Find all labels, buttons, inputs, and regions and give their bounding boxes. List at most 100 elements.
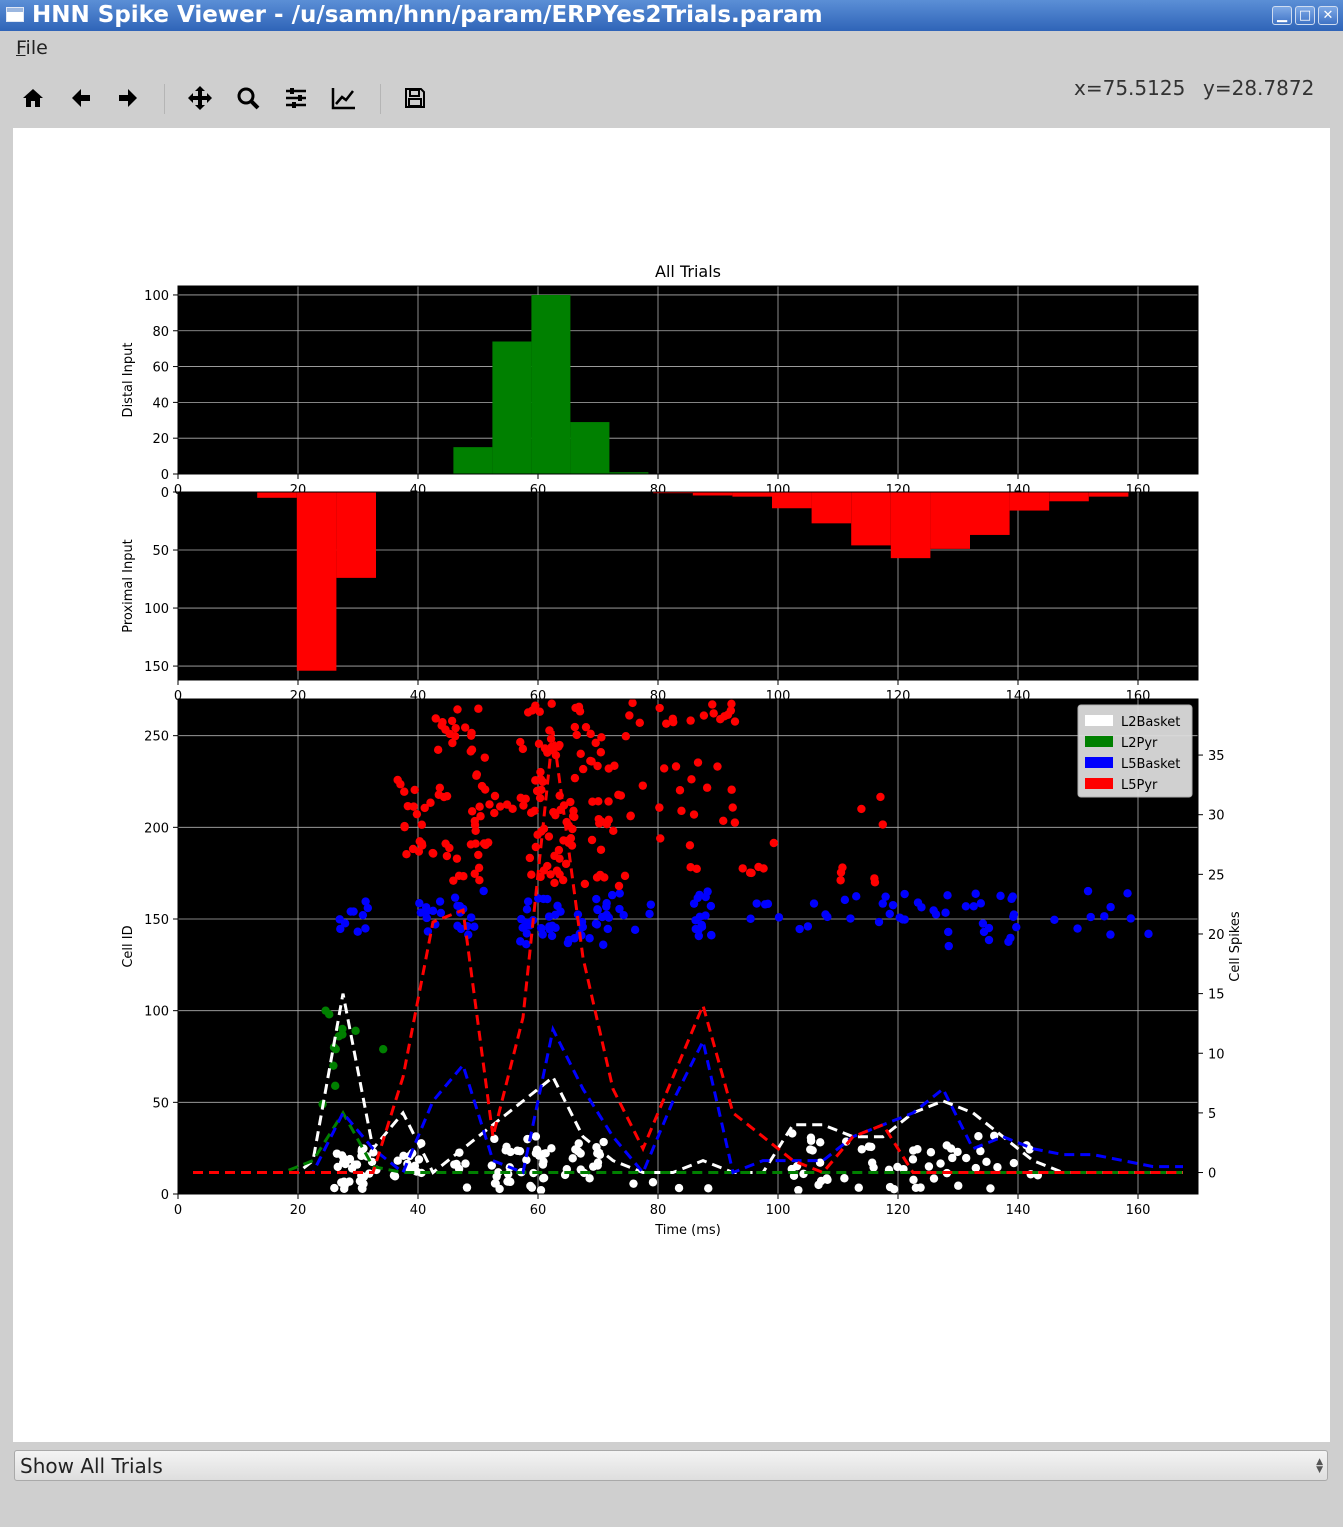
maximize-button[interactable]: □ xyxy=(1295,6,1315,25)
l5pyr-spike-point xyxy=(620,871,630,881)
l5basket-spike-point xyxy=(984,935,994,945)
l5basket-spike-point xyxy=(913,898,923,907)
raster-x-tick-label: 40 xyxy=(410,1203,427,1218)
l5pyr-spike-point xyxy=(568,812,578,821)
l5pyr-spike-point xyxy=(625,711,634,720)
select-updown-icon: ▲ ▼ xyxy=(1316,1457,1323,1475)
proximal-histogram-bar xyxy=(930,492,970,549)
l2basket-spike-point xyxy=(948,1153,957,1163)
l5pyr-spike-point xyxy=(572,730,581,740)
proximal-histogram-bar xyxy=(851,492,891,546)
l5basket-spike-point xyxy=(349,907,358,916)
distal-histogram-bar xyxy=(453,447,493,474)
l5pyr-spike-point xyxy=(570,722,580,732)
l5pyr-spike-point xyxy=(745,868,755,877)
l5basket-spike-point xyxy=(803,922,813,931)
distal-y-axis-label: Distal Input xyxy=(121,343,136,418)
l5pyr-spike-point xyxy=(610,761,619,770)
l2pyr-spike-point xyxy=(321,1006,330,1015)
l5pyr-spike-point xyxy=(536,767,545,777)
l5basket-spike-point xyxy=(823,912,832,922)
l2basket-spike-point xyxy=(806,1136,816,1145)
raster-plot-area xyxy=(178,699,1198,1194)
l5pyr-spike-point xyxy=(656,834,665,843)
l5pyr-spike-point xyxy=(531,776,540,785)
zoom-button[interactable] xyxy=(230,80,266,116)
l2basket-spike-point xyxy=(357,1183,367,1193)
l5basket-spike-point xyxy=(691,916,700,925)
proximal-histogram-bar xyxy=(890,492,931,559)
l5basket-spike-point xyxy=(888,900,898,910)
l5pyr-spike-point xyxy=(713,762,722,771)
l5basket-spike-point xyxy=(1086,912,1095,922)
l5pyr-spike-point xyxy=(689,810,699,819)
home-icon xyxy=(23,89,43,107)
proximal-histogram-bar xyxy=(257,492,297,498)
trial-select[interactable]: Show All Trials ▲ ▼ xyxy=(14,1450,1328,1481)
trial-select-value: Show All Trials xyxy=(20,1454,163,1478)
distal-histogram-bar xyxy=(492,341,532,474)
l5basket-spike-point xyxy=(752,899,761,908)
l5pyr-spike-point xyxy=(727,785,736,794)
l2basket-spike-point xyxy=(593,1158,603,1167)
l5pyr-spike-point xyxy=(693,758,703,767)
l5basket-spike-point xyxy=(1012,922,1021,932)
l2basket-spike-point xyxy=(674,1183,684,1193)
edit-axes-button[interactable] xyxy=(326,80,362,116)
l5basket-spike-point xyxy=(421,903,431,912)
l5basket-spike-point xyxy=(593,905,602,914)
close-button[interactable]: ✕ xyxy=(1318,6,1338,25)
menu-file-label: ile xyxy=(25,37,48,59)
l5basket-spike-point xyxy=(969,902,978,911)
raster-y2-tick-label: 30 xyxy=(1208,809,1225,824)
l5pyr-spike-point xyxy=(495,802,505,811)
l5pyr-spike-point xyxy=(769,838,778,848)
forward-button[interactable] xyxy=(110,80,146,116)
l5pyr-spike-point xyxy=(870,878,880,887)
l2basket-spike-point xyxy=(794,1185,803,1194)
home-button[interactable] xyxy=(15,80,51,116)
l5basket-spike-point xyxy=(1083,886,1093,896)
l2basket-spike-point xyxy=(539,1157,548,1166)
l5basket-spike-point xyxy=(361,897,370,906)
l5pyr-spike-point xyxy=(708,700,717,709)
l5pyr-spike-point xyxy=(442,851,452,861)
l5basket-spike-point xyxy=(520,922,529,931)
l2basket-spike-point xyxy=(573,1147,583,1156)
menu-file[interactable]: File xyxy=(16,37,48,59)
raster-y2-axis-label: Cell Spikes xyxy=(1228,911,1243,982)
l5pyr-spike-point xyxy=(403,801,413,811)
l5pyr-spike-point xyxy=(508,804,517,814)
pan-button[interactable] xyxy=(182,80,218,116)
l5pyr-spike-point xyxy=(426,798,435,807)
l5basket-spike-point xyxy=(694,931,704,941)
l5basket-spike-point xyxy=(435,897,445,906)
configure-subplots-button[interactable] xyxy=(278,80,314,116)
l5pyr-spike-point xyxy=(614,881,624,891)
figure-canvas[interactable]: 0 20 40 60 80 100 120 140 160 0 20 40 60 80 100 Distal … xyxy=(13,128,1330,1442)
app-window-icon xyxy=(6,7,24,22)
l5pyr-spike-point xyxy=(626,811,635,820)
l5pyr-spike-point xyxy=(523,708,533,717)
l5pyr-spike-point xyxy=(532,786,542,796)
l5pyr-spike-point xyxy=(628,699,637,708)
chart-title: All Trials xyxy=(655,262,721,281)
distal-y-tick-label: 40 xyxy=(152,396,169,411)
l5basket-spike-point xyxy=(602,910,611,919)
proximal-histogram-bar xyxy=(1088,492,1129,497)
back-button[interactable] xyxy=(63,80,99,116)
l5basket-spike-point xyxy=(436,908,446,918)
l5basket-spike-point xyxy=(1006,933,1015,943)
l5pyr-spike-point xyxy=(550,851,559,861)
l5pyr-spike-point xyxy=(480,753,490,762)
l5basket-spike-point xyxy=(545,922,554,931)
l5basket-spike-point xyxy=(944,927,953,937)
l5basket-spike-point xyxy=(1100,912,1109,921)
l5pyr-spike-point xyxy=(587,835,597,845)
save-figure-button[interactable] xyxy=(397,80,433,116)
l5pyr-spike-point xyxy=(400,822,409,832)
raster-y2-tick-label: 0 xyxy=(1208,1167,1216,1182)
minimize-button[interactable]: ▁ xyxy=(1272,6,1292,25)
l5pyr-spike-point xyxy=(400,787,409,796)
l2basket-spike-point xyxy=(390,1172,400,1181)
